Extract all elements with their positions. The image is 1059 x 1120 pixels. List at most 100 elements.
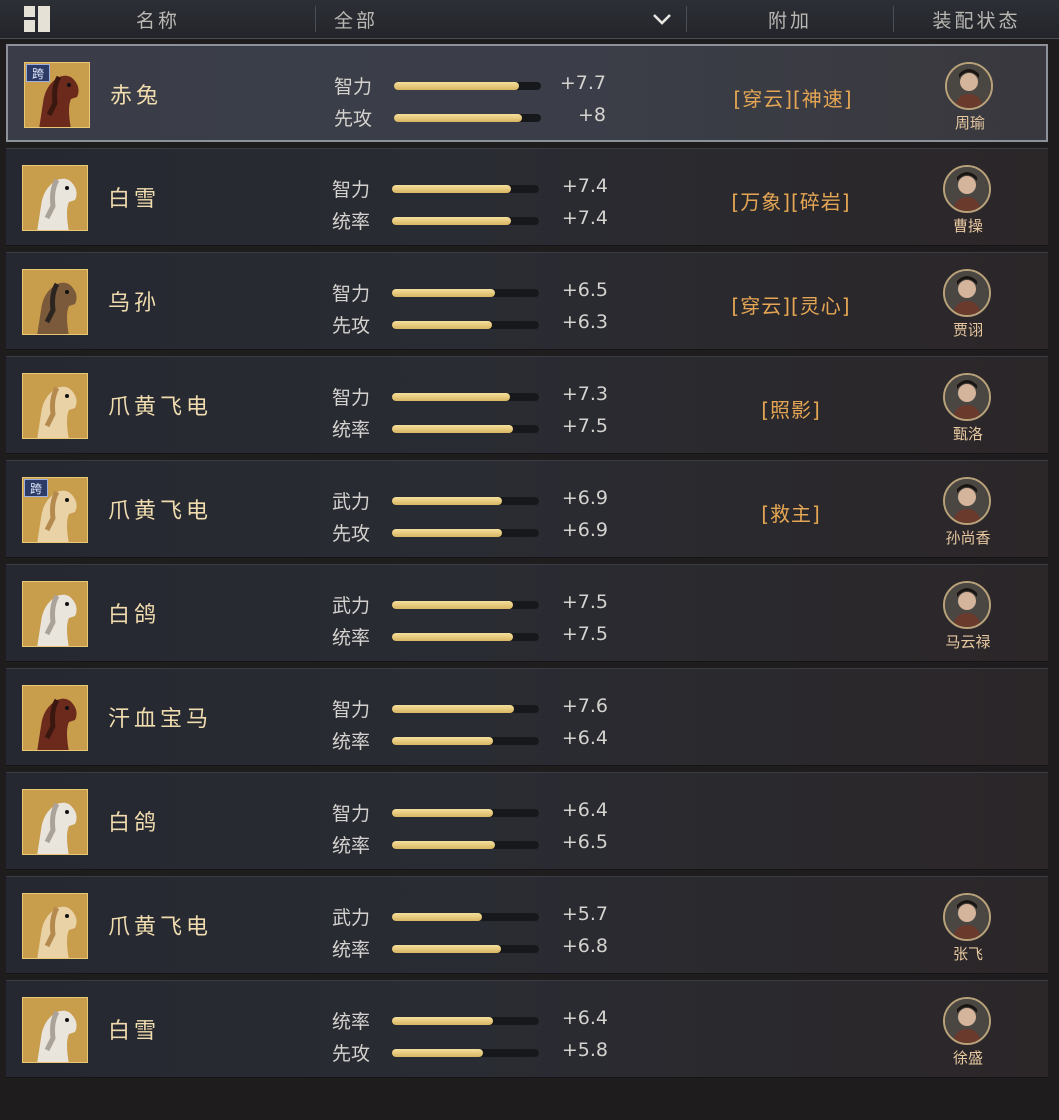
stat-label: 武力 [332,907,371,929]
white-horse-icon [23,166,87,230]
stat-bar [392,809,539,817]
general-avatar[interactable] [943,997,991,1045]
portrait-icon [945,583,989,627]
stat-value: +7.5 [561,623,608,645]
palomino-horse-icon [23,894,87,958]
stat-value: +6.9 [561,519,608,541]
horse-name: 爪黄飞电 [108,395,213,420]
stat-bar-fill [392,497,502,505]
stat-bar-fill [392,945,501,953]
horse-name: 爪黄飞电 [108,499,213,524]
horse-name: 白鸽 [108,603,161,628]
stat-value: +5.8 [561,1039,608,1061]
list-item[interactable]: 白鸽 武力 +7.5 统率 +7.5 马云禄 [6,564,1048,662]
list-item[interactable]: 跨赤兔 智力 +7.7 先攻 +8 [穿云][神速] 周瑜 [6,44,1048,142]
filter-dropdown[interactable]: 全部 [316,0,686,38]
stat-bar [392,425,539,433]
stat-label: 智力 [332,387,371,409]
stat-value: +6.4 [561,1007,608,1029]
white-horse-icon [23,998,87,1062]
stat-label: 智力 [334,76,373,98]
white-horse-icon [23,790,87,854]
stat-label: 统率 [332,835,371,857]
horse-name: 白雪 [108,187,161,212]
list-item[interactable]: 白雪 智力 +7.4 统率 +7.4 [万象][碎岩] 曹操 [6,148,1048,246]
stat-bar [392,393,539,401]
header-name[interactable]: 名称 [70,0,315,38]
stat-bar-fill [392,809,493,817]
stat-bar [392,705,539,713]
stat-bar [392,1017,539,1025]
general-name: 徐盛 [952,1049,983,1067]
list-item[interactable]: 白鸽 智力 +6.4 统率 +6.5 [6,772,1048,870]
horse-thumbnail [22,789,88,855]
layout-toggle[interactable] [0,0,70,38]
stat-bar-fill [392,841,495,849]
list-item[interactable]: 汗血宝马 智力 +7.6 统率 +6.4 [6,668,1048,766]
stat-label: 统率 [332,419,371,441]
layout-icon[interactable] [24,6,50,32]
stat-bar [392,945,539,953]
list-item[interactable]: 乌孙 智力 +6.5 先攻 +6.3 [穿云][灵心] 贾诩 [6,252,1048,350]
horse-name: 汗血宝马 [108,707,213,732]
general-name: 周瑜 [954,114,985,132]
portrait-icon [945,271,989,315]
general-avatar[interactable] [943,477,991,525]
general-avatar[interactable] [943,269,991,317]
stat-value: +7.7 [559,72,606,94]
bonus-skills: [救主] [761,502,821,526]
stat-bar [392,601,539,609]
stat-label: 武力 [332,595,371,617]
list-item[interactable]: 白雪 统率 +6.4 先攻 +5.8 徐盛 [6,980,1048,1078]
general-avatar[interactable] [943,581,991,629]
portrait-icon [945,167,989,211]
portrait-icon [945,999,989,1043]
stat-value: +7.5 [561,591,608,613]
stat-value: +6.3 [561,311,608,333]
horse-thumbnail [22,581,88,647]
bonus-skills: [照影] [761,398,821,422]
general-avatar[interactable] [943,165,991,213]
general-avatar[interactable] [945,62,993,110]
stat-bar-fill [392,529,502,537]
portrait-icon [945,375,989,419]
stat-label: 武力 [332,491,371,513]
stat-bar-fill [392,289,495,297]
stat-bar-fill [392,705,514,713]
stat-value: +7.6 [561,695,608,717]
horse-thumbnail: 跨 [22,477,88,543]
horse-thumbnail [22,165,88,231]
general-name: 孙尚香 [945,529,991,547]
stat-label: 智力 [332,803,371,825]
stat-value: +6.5 [561,279,608,301]
list-item[interactable]: 爪黄飞电 智力 +7.3 统率 +7.5 [照影] 甄洛 [6,356,1048,454]
stat-bar [392,217,539,225]
stat-label: 智力 [332,283,371,305]
list-item[interactable]: 跨爪黄飞电 武力 +6.9 先攻 +6.9 [救主] 孙尚香 [6,460,1048,558]
stat-value: +7.4 [561,207,608,229]
stat-bar-fill [392,393,510,401]
general-avatar[interactable] [943,893,991,941]
stat-bar-fill [392,321,492,329]
stat-bar [394,82,541,90]
bonus-skills: [穿云][灵心] [731,294,851,318]
stat-bar [392,841,539,849]
horse-name: 白雪 [108,1019,161,1044]
stat-bar-fill [394,114,522,122]
stat-label: 智力 [332,699,371,721]
list-item[interactable]: 爪黄飞电 武力 +5.7 统率 +6.8 张飞 [6,876,1048,974]
stat-label: 统率 [332,939,371,961]
horse-thumbnail [22,373,88,439]
stat-label: 统率 [332,627,371,649]
stat-bar [392,633,539,641]
stat-value: +6.4 [561,799,608,821]
horse-name: 赤兔 [110,84,163,109]
stat-value: +8 [577,104,606,126]
chevron-down-icon[interactable] [652,9,672,29]
stat-bar-fill [392,913,482,921]
stat-value: +6.9 [561,487,608,509]
stat-label: 统率 [332,1011,371,1033]
general-avatar[interactable] [943,373,991,421]
general-name: 甄洛 [952,425,983,443]
horse-name: 爪黄飞电 [108,915,213,940]
